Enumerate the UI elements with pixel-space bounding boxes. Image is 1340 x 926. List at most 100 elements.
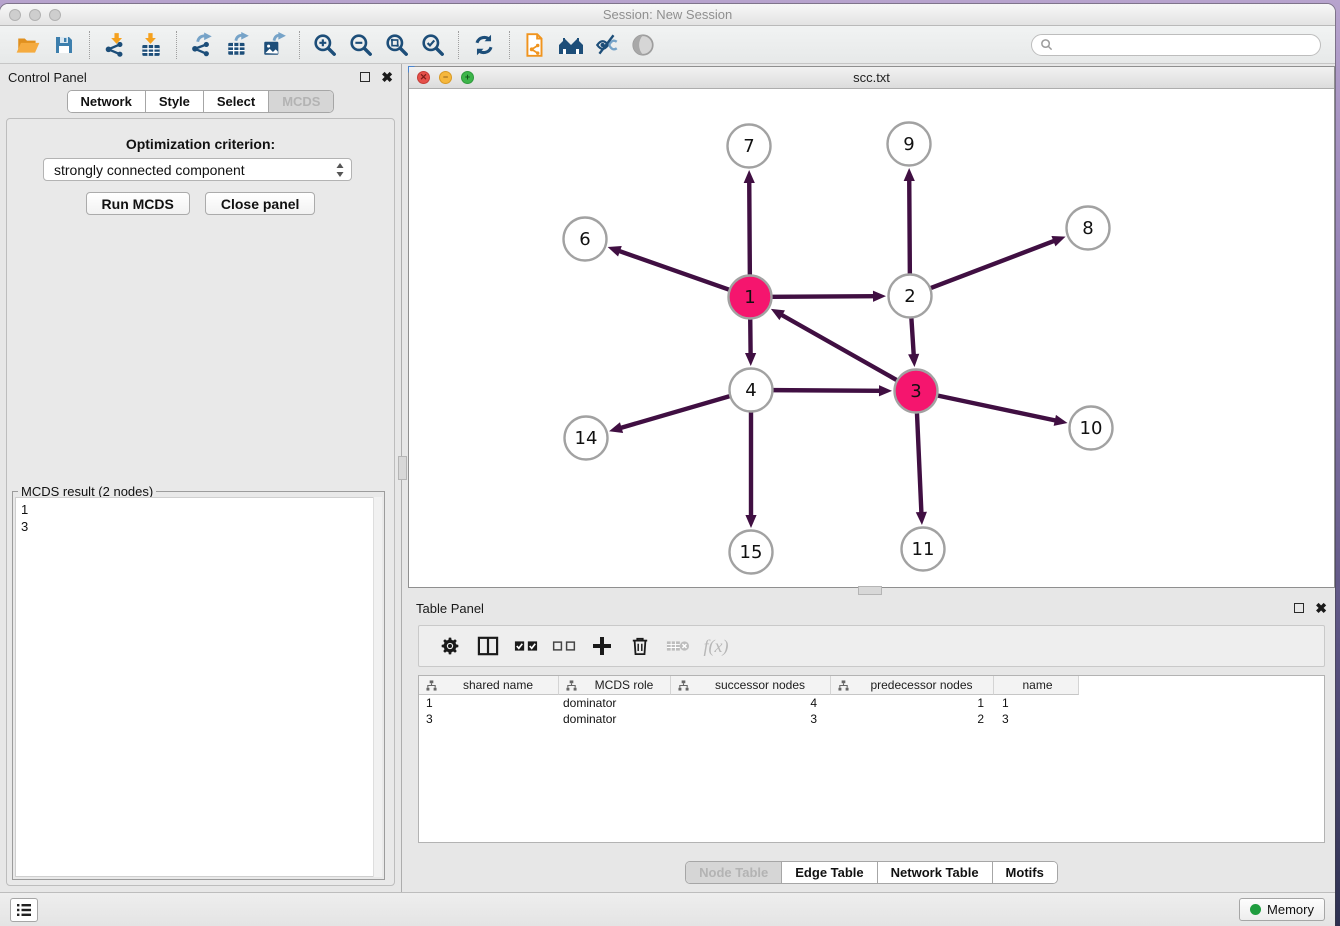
svg-text:6: 6 [579, 229, 590, 250]
graph-edge-1-4[interactable] [745, 319, 756, 366]
refresh-icon[interactable] [466, 29, 502, 61]
graph-edge-4-14[interactable] [609, 396, 729, 433]
tab-motifs[interactable]: Motifs [992, 862, 1057, 883]
search-field[interactable] [1031, 34, 1321, 56]
add-column-icon[interactable] [583, 629, 621, 663]
tab-select[interactable]: Select [203, 91, 268, 112]
graph-node-15[interactable]: 15 [730, 531, 773, 574]
graph-node-9[interactable]: 9 [888, 123, 931, 166]
select-all-checkboxes-icon[interactable] [507, 629, 545, 663]
cell-successor-nodes[interactable]: 3 [671, 712, 831, 726]
tab-edge-table[interactable]: Edge Table [781, 862, 876, 883]
float-panel-icon[interactable] [1294, 603, 1304, 613]
column-header-shared-name[interactable]: shared name [419, 676, 559, 695]
optimization-dropdown[interactable]: strongly connected component [43, 158, 352, 181]
cell-MCDS-role[interactable]: dominator [559, 696, 671, 710]
column-header-MCDS-role[interactable]: MCDS role [559, 676, 671, 695]
graph-edge-3-11[interactable] [916, 413, 927, 525]
cell-MCDS-role[interactable]: dominator [559, 712, 671, 726]
vertical-split-divider[interactable] [401, 64, 408, 892]
divider-grip[interactable] [858, 586, 882, 595]
graph-edge-2-9[interactable] [904, 168, 915, 274]
graph-edge-1-6[interactable] [608, 246, 729, 290]
close-panel-icon[interactable]: ✖ [1315, 603, 1327, 613]
export-image-icon[interactable] [256, 29, 292, 61]
tab-mcds[interactable]: MCDS [268, 91, 333, 112]
task-history-button[interactable] [10, 898, 38, 922]
edge-arrowhead [1054, 415, 1068, 426]
graph-edge-2-3[interactable] [908, 318, 919, 367]
graph-node-14[interactable]: 14 [565, 417, 608, 460]
tab-network[interactable]: Network [68, 91, 145, 112]
hide-graphics-icon[interactable] [589, 29, 625, 61]
tab-node-table[interactable]: Node Table [686, 862, 781, 883]
graph-node-3[interactable]: 3 [895, 370, 938, 413]
cell-shared-name[interactable]: 3 [419, 712, 559, 726]
cell-successor-nodes[interactable]: 4 [671, 696, 831, 710]
memory-label: Memory [1267, 902, 1314, 917]
column-header-successor-nodes[interactable]: successor nodes [671, 676, 831, 695]
toolbar-separator [509, 31, 510, 59]
home-icon[interactable] [553, 29, 589, 61]
application-window: Session: New Session [0, 4, 1335, 926]
table-row[interactable]: 3dominator323 [419, 711, 1324, 727]
zoom-out-icon[interactable] [343, 29, 379, 61]
graph-node-11[interactable]: 11 [902, 528, 945, 571]
save-icon[interactable] [46, 29, 82, 61]
column-header-name[interactable]: name [994, 676, 1079, 695]
run-mcds-button[interactable]: Run MCDS [86, 192, 190, 215]
zoom-fit-icon[interactable] [379, 29, 415, 61]
graph-node-7[interactable]: 7 [728, 125, 771, 168]
delete-column-icon[interactable] [621, 629, 659, 663]
graph-node-6[interactable]: 6 [564, 218, 607, 261]
clone-network-icon[interactable] [517, 29, 553, 61]
cell-predecessor-nodes[interactable]: 1 [831, 696, 994, 710]
export-network-icon[interactable] [184, 29, 220, 61]
graph-edge-3-10[interactable] [938, 396, 1068, 426]
import-table-icon[interactable] [133, 29, 169, 61]
cell-name[interactable]: 1 [994, 696, 1079, 710]
import-network-icon[interactable] [97, 29, 133, 61]
table-panel: Table Panel ✖ [408, 595, 1335, 892]
search-input[interactable] [1053, 36, 1320, 54]
cell-shared-name[interactable]: 1 [419, 696, 559, 710]
horizontal-split-divider[interactable] [408, 588, 1335, 595]
graph-node-4[interactable]: 4 [730, 369, 773, 412]
graph-edge-4-15[interactable] [745, 413, 756, 529]
column-header-predecessor-nodes[interactable]: predecessor nodes [831, 676, 994, 695]
toggle-panes-icon[interactable] [469, 629, 507, 663]
zoom-selected-icon[interactable] [415, 29, 451, 61]
edge-arrowhead [873, 291, 886, 302]
cell-name[interactable]: 3 [994, 712, 1079, 726]
cell-predecessor-nodes[interactable]: 2 [831, 712, 994, 726]
settings-gear-icon[interactable] [431, 629, 469, 663]
divider-grip[interactable] [398, 456, 407, 480]
network-window-titlebar[interactable]: ✕ − + scc.txt [409, 67, 1334, 89]
result-scrollbar[interactable] [373, 497, 382, 877]
graph-edge-3-1[interactable] [771, 309, 897, 380]
mcds-result-list[interactable]: 13 [15, 497, 382, 877]
graph-edge-4-3[interactable] [773, 385, 892, 396]
close-panel-icon[interactable]: ✖ [381, 72, 393, 82]
level-of-detail-icon[interactable] [625, 29, 661, 61]
float-panel-icon[interactable] [360, 72, 370, 82]
graph-edge-1-2[interactable] [772, 291, 886, 302]
graph-node-2[interactable]: 2 [889, 275, 932, 318]
close-panel-button[interactable]: Close panel [205, 192, 316, 215]
tab-network-table[interactable]: Network Table [877, 862, 992, 883]
open-folder-icon[interactable] [10, 29, 46, 61]
graph-node-10[interactable]: 10 [1070, 407, 1113, 450]
table-panel-title: Table Panel [416, 601, 484, 616]
graph-edge-2-8[interactable] [931, 236, 1066, 288]
graph-node-8[interactable]: 8 [1067, 207, 1110, 250]
graph-edge-1-7[interactable] [744, 170, 755, 275]
graph-node-1[interactable]: 1 [729, 276, 772, 319]
network-canvas[interactable]: 1 2 3 4 6 7 8 9 10 11 14 15 [409, 89, 1334, 587]
tab-style[interactable]: Style [145, 91, 203, 112]
toolbar-separator [299, 31, 300, 59]
deselect-all-checkboxes-icon[interactable] [545, 629, 583, 663]
export-table-icon[interactable] [220, 29, 256, 61]
zoom-in-icon[interactable] [307, 29, 343, 61]
table-row[interactable]: 1dominator411 [419, 695, 1324, 711]
memory-button[interactable]: Memory [1239, 898, 1325, 921]
